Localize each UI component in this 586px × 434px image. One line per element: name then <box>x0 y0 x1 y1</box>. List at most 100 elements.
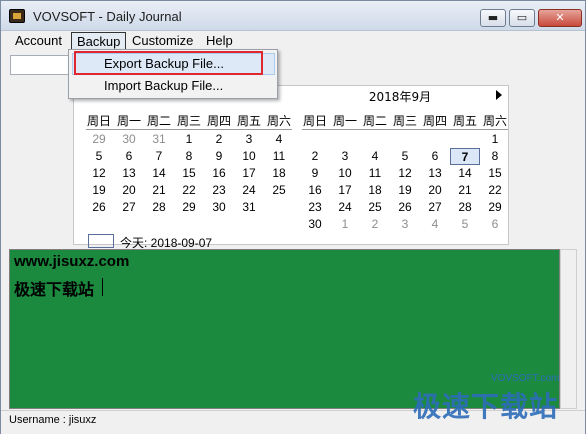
right-day-cell[interactable]: 27 <box>420 199 450 215</box>
right-header-divider <box>302 129 508 130</box>
left-day-cell[interactable]: 12 <box>84 165 114 181</box>
maximize-button[interactable]: ▭ <box>509 9 535 27</box>
right-day-cell[interactable]: 26 <box>390 199 420 215</box>
left-day-cell[interactable]: 1 <box>174 131 204 147</box>
right-day-cell[interactable]: 20 <box>420 182 450 198</box>
left-day-cell[interactable]: 28 <box>144 199 174 215</box>
left-day-cell[interactable]: 23 <box>204 182 234 198</box>
minimize-button[interactable]: ▬ <box>480 9 506 27</box>
right-day-cell[interactable]: 28 <box>450 199 480 215</box>
title-bar[interactable]: VOVSOFT - Daily Journal ▬ ▭ ✕ <box>1 1 585 31</box>
left-day-cell[interactable]: 25 <box>264 182 294 198</box>
right-day-cell[interactable]: 1 <box>330 216 360 232</box>
right-day-cell[interactable]: 12 <box>390 165 420 181</box>
left-day-cell[interactable]: 3 <box>234 131 264 147</box>
left-day-cell[interactable]: 24 <box>234 182 264 198</box>
left-day-cell[interactable]: 26 <box>84 199 114 215</box>
right-day-cell[interactable]: 21 <box>450 182 480 198</box>
editor-scrollbar[interactable] <box>560 249 577 409</box>
right-day-cell[interactable]: 6 <box>420 148 450 164</box>
left-day-cell[interactable]: 30 <box>204 199 234 215</box>
right-day-cell[interactable]: 7 <box>450 148 480 165</box>
left-weekday-header: 周四 <box>206 114 231 128</box>
left-day-cell[interactable]: 4 <box>264 131 294 147</box>
left-weekday-header: 周二 <box>146 114 171 128</box>
right-day-cell[interactable]: 17 <box>330 182 360 198</box>
right-day-cell[interactable]: 8 <box>480 148 510 164</box>
right-day-cell[interactable]: 29 <box>480 199 510 215</box>
left-day-cell[interactable]: 31 <box>144 131 174 147</box>
right-day-cell[interactable]: 6 <box>480 216 510 232</box>
right-day-cell[interactable]: 30 <box>300 216 330 232</box>
right-weekday-header: 周五 <box>452 114 477 128</box>
left-day-cell[interactable]: 11 <box>264 148 294 164</box>
right-day-cell[interactable]: 13 <box>420 165 450 181</box>
left-day-cell[interactable]: 16 <box>204 165 234 181</box>
left-day-cell[interactable]: 29 <box>84 131 114 147</box>
left-day-cell[interactable]: 20 <box>114 182 144 198</box>
menu-account[interactable]: Account <box>10 32 67 50</box>
left-day-cell[interactable]: 17 <box>234 165 264 181</box>
app-window: VOVSOFT - Daily Journal ▬ ▭ ✕ Account Ba… <box>0 0 586 434</box>
right-day-cell[interactable]: 3 <box>330 148 360 164</box>
left-day-cell[interactable]: 7 <box>144 148 174 164</box>
left-day-cell[interactable]: 22 <box>174 182 204 198</box>
left-day-cell[interactable]: 9 <box>204 148 234 164</box>
import-backup-item[interactable]: Import Backup File... <box>104 76 223 96</box>
left-day-cell[interactable]: 27 <box>114 199 144 215</box>
left-day-cell[interactable]: 13 <box>114 165 144 181</box>
menu-backup[interactable]: Backup <box>71 32 127 50</box>
next-month-arrow-icon[interactable] <box>496 90 502 100</box>
right-day-cell[interactable]: 11 <box>360 165 390 181</box>
menu-customize[interactable]: Customize <box>127 32 198 50</box>
right-day-cell[interactable]: 22 <box>480 182 510 198</box>
left-day-cell[interactable]: 10 <box>234 148 264 164</box>
right-day-cell[interactable]: 2 <box>360 216 390 232</box>
editor-line-1: www.jisuxz.com <box>14 253 130 270</box>
right-month-title: 2018年9月 <box>368 90 432 104</box>
right-day-cell[interactable]: 24 <box>330 199 360 215</box>
left-weekday-header: 周六 <box>266 114 291 128</box>
entry-search-input[interactable] <box>10 55 70 75</box>
right-weekday-header: 周日 <box>302 114 327 128</box>
right-day-cell[interactable]: 4 <box>420 216 450 232</box>
left-day-cell[interactable]: 21 <box>144 182 174 198</box>
right-day-cell[interactable]: 9 <box>300 165 330 181</box>
left-day-cell[interactable]: 19 <box>84 182 114 198</box>
right-day-cell[interactable]: 18 <box>360 182 390 198</box>
right-day-cell[interactable]: 14 <box>450 165 480 181</box>
right-day-cell[interactable]: 10 <box>330 165 360 181</box>
left-day-cell[interactable]: 18 <box>264 165 294 181</box>
left-day-cell[interactable]: 29 <box>174 199 204 215</box>
right-day-cell[interactable]: 5 <box>450 216 480 232</box>
left-day-cell[interactable]: 6 <box>114 148 144 164</box>
right-day-cell[interactable]: 1 <box>480 131 510 147</box>
status-username: Username : jisuxz <box>9 414 97 426</box>
menu-help[interactable]: Help <box>201 32 238 50</box>
left-day-cell[interactable]: 2 <box>204 131 234 147</box>
left-day-cell[interactable]: 8 <box>174 148 204 164</box>
right-day-cell[interactable]: 3 <box>390 216 420 232</box>
left-day-cell[interactable]: 31 <box>234 199 264 215</box>
text-caret <box>102 278 103 296</box>
left-day-cell[interactable]: 14 <box>144 165 174 181</box>
right-day-cell[interactable]: 2 <box>300 148 330 164</box>
window-title: VOVSOFT - Daily Journal <box>33 9 182 24</box>
left-day-cell[interactable]: 30 <box>114 131 144 147</box>
right-weekday-header: 周六 <box>482 114 507 128</box>
editor-line-2: 极速下载站 <box>14 280 95 299</box>
right-weekday-header: 周四 <box>422 114 447 128</box>
right-day-cell[interactable]: 19 <box>390 182 420 198</box>
right-day-cell[interactable]: 25 <box>360 199 390 215</box>
right-day-cell[interactable]: 15 <box>480 165 510 181</box>
left-header-divider <box>86 129 292 130</box>
right-weekday-header: 周一 <box>332 114 357 128</box>
left-day-cell[interactable]: 5 <box>84 148 114 164</box>
close-button[interactable]: ✕ <box>538 9 582 27</box>
right-day-cell[interactable]: 4 <box>360 148 390 164</box>
right-weekday-header: 周三 <box>392 114 417 128</box>
right-day-cell[interactable]: 5 <box>390 148 420 164</box>
left-day-cell[interactable]: 15 <box>174 165 204 181</box>
right-day-cell[interactable]: 16 <box>300 182 330 198</box>
right-day-cell[interactable]: 23 <box>300 199 330 215</box>
